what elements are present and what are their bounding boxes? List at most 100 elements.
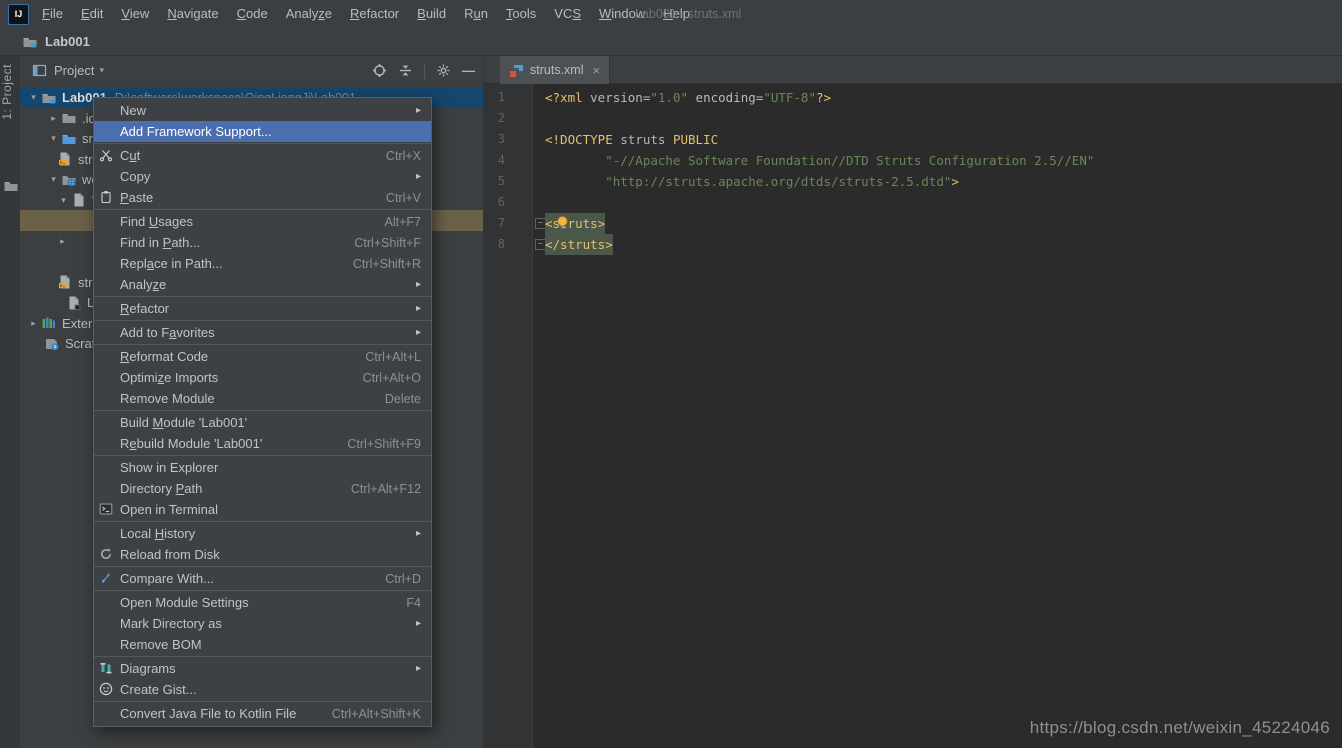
menu-item-label: Find in Path... — [120, 235, 200, 250]
chevron-down-icon[interactable]: ▾ — [46, 174, 61, 185]
menu-item-find-in-path[interactable]: Find in Path... Ctrl+Shift+F — [94, 232, 431, 253]
menu-item-directory-path[interactable]: Directory PathCtrl+Alt+F12 — [94, 478, 431, 499]
menu-item-create-gist[interactable]: Create Gist... — [94, 679, 431, 700]
menu-item-label: Convert Java File to Kotlin File — [120, 706, 296, 721]
menu-file[interactable]: File — [33, 0, 72, 27]
menu-item-new[interactable]: New▸ — [94, 100, 431, 121]
menu-run[interactable]: Run — [455, 0, 497, 27]
intention-bulb-icon[interactable] — [555, 215, 570, 230]
menu-item-optimize-imports[interactable]: Optimize ImportsCtrl+Alt+O — [94, 367, 431, 388]
settings-gear-button[interactable] — [436, 63, 451, 78]
chevron-down-icon[interactable]: ▾ — [26, 92, 41, 103]
menu-separator — [94, 455, 431, 456]
menu-item-label: Replace in Path... — [120, 256, 223, 271]
menu-item-add-to-favorites[interactable]: Add to Favorites▸ — [94, 322, 431, 343]
libraries-icon — [41, 315, 58, 331]
code-line-3[interactable]: <!DOCTYPE struts PUBLIC — [545, 129, 1342, 150]
menu-item-replace-in-path[interactable]: Replace in Path... Ctrl+Shift+R — [94, 253, 431, 274]
chevron-right-icon[interactable]: ▸ — [55, 236, 70, 247]
close-tab-icon[interactable]: × — [592, 64, 600, 77]
menu-item-remove-bom[interactable]: Remove BOM — [94, 634, 431, 655]
menu-item-reload-from-disk[interactable]: Reload from Disk — [94, 544, 431, 565]
favorites-stripe-icon[interactable] — [3, 178, 17, 192]
icon-spacer — [99, 706, 120, 721]
menu-item-diagrams[interactable]: Diagrams▸ — [94, 658, 431, 679]
menu-item-convert-java-file-to-kotlin-file[interactable]: Convert Java File to Kotlin FileCtrl+Alt… — [94, 703, 431, 724]
menu-item-analyze[interactable]: Analyze▸ — [94, 274, 431, 295]
menu-item-label: Mark Directory as — [120, 616, 222, 631]
menu-navigate[interactable]: Navigate — [158, 0, 227, 27]
menu-item-paste[interactable]: PasteCtrl+V — [94, 187, 431, 208]
menu-item-label: Cut — [120, 148, 140, 163]
chevron-down-icon[interactable]: ▾ — [56, 195, 71, 206]
menu-tools[interactable]: Tools — [497, 0, 545, 27]
menu-view[interactable]: View — [112, 0, 158, 27]
menu-item-label: Copy — [120, 169, 150, 184]
submenu-arrow-icon: ▸ — [416, 618, 421, 629]
code-line-2[interactable] — [545, 108, 1342, 129]
menu-vcs[interactable]: VCS — [545, 0, 590, 27]
menu-item-find-usages[interactable]: Find Usages Alt+F7 — [94, 211, 431, 232]
menu-item-build-module-lab001[interactable]: Build Module 'Lab001' — [94, 412, 431, 433]
menu-item-open-in-terminal[interactable]: Open in Terminal — [94, 499, 431, 520]
icon-spacer — [99, 214, 120, 229]
code-line-1[interactable]: <?xml version="1.0" encoding="UTF-8"?> — [545, 87, 1342, 108]
menu-item-shortcut: Ctrl+Shift+R — [353, 257, 421, 271]
reload-icon — [99, 547, 120, 562]
menu-item-label: Local History — [120, 526, 195, 541]
chevron-down-icon[interactable]: ▾ — [46, 133, 61, 144]
collapse-all-button[interactable] — [398, 63, 413, 78]
locate-file-button[interactable] — [372, 63, 387, 78]
breadcrumb[interactable]: Lab001 — [45, 34, 90, 49]
menu-item-label: Analyze — [120, 277, 166, 292]
submenu-arrow-icon: ▸ — [416, 105, 421, 116]
paste-icon — [99, 190, 120, 205]
menu-item-shortcut: Alt+F7 — [385, 215, 421, 229]
menu-item-cut[interactable]: CutCtrl+X — [94, 145, 431, 166]
menu-item-local-history[interactable]: Local History ▸ — [94, 523, 431, 544]
menu-item-mark-directory-as[interactable]: Mark Directory as ▸ — [94, 613, 431, 634]
menu-build[interactable]: Build — [408, 0, 455, 27]
project-view-selector[interactable]: Project — [54, 63, 94, 78]
menu-item-label: Find Usages — [120, 214, 193, 229]
code-line-4[interactable]: "-//Apache Software Foundation//DTD Stru… — [545, 150, 1342, 171]
menu-item-shortcut: Ctrl+Shift+F — [354, 236, 421, 250]
chevron-right-icon[interactable]: ▸ — [46, 113, 61, 124]
submenu-arrow-icon: ▸ — [416, 528, 421, 539]
code-line-8[interactable]: </struts> — [545, 234, 1342, 255]
project-tool-window-button[interactable]: 1: Project — [0, 64, 20, 120]
menu-item-add-framework-support[interactable]: Add Framework Support... — [94, 121, 431, 142]
menu-analyze[interactable]: Analyze — [277, 0, 341, 27]
hide-panel-button[interactable]: — — [462, 63, 475, 78]
menu-item-open-module-settings[interactable]: Open Module SettingsF4 — [94, 592, 431, 613]
menu-item-shortcut: Ctrl+Alt+L — [365, 350, 421, 364]
menu-item-remove-module[interactable]: Remove ModuleDelete — [94, 388, 431, 409]
menu-refactor[interactable]: Refactor — [341, 0, 408, 27]
menu-edit[interactable]: Edit — [72, 0, 112, 27]
menu-item-copy[interactable]: Copy▸ — [94, 166, 431, 187]
tab-struts-xml[interactable]: struts.xml × — [500, 56, 610, 84]
menu-item-label: Show in Explorer — [120, 460, 218, 475]
icon-spacer — [99, 460, 120, 475]
menu-item-compare-with[interactable]: Compare With...Ctrl+D — [94, 568, 431, 589]
code-text: "http://struts.apache.org/dtds/struts-2.… — [545, 171, 959, 192]
menu-item-refactor[interactable]: Refactor▸ — [94, 298, 431, 319]
menu-separator — [94, 143, 431, 144]
menu-item-show-in-explorer[interactable]: Show in Explorer — [94, 457, 431, 478]
tab-label: struts.xml — [530, 63, 583, 77]
editor-area[interactable]: 12345678 −− <?xml version="1.0" encoding… — [484, 84, 1342, 748]
menu-item-rebuild-module-lab001[interactable]: Rebuild Module 'Lab001'Ctrl+Shift+F9 — [94, 433, 431, 454]
icon-spacer — [99, 526, 120, 541]
code-line-6[interactable] — [545, 192, 1342, 213]
code-line-7[interactable]: <struts> — [545, 213, 1342, 234]
cut-icon — [99, 148, 120, 163]
line-number: 7 — [498, 213, 505, 234]
menu-item-reformat-code[interactable]: Reformat CodeCtrl+Alt+L — [94, 346, 431, 367]
icon-spacer — [99, 124, 120, 139]
chevron-right-icon[interactable]: ▸ — [26, 318, 41, 329]
menu-separator — [94, 296, 431, 297]
code-line-5[interactable]: "http://struts.apache.org/dtds/struts-2.… — [545, 171, 1342, 192]
project-panel-header: Project ▾ — — [20, 56, 483, 85]
menu-code[interactable]: Code — [228, 0, 277, 27]
menu-item-label: Refactor — [120, 301, 169, 316]
